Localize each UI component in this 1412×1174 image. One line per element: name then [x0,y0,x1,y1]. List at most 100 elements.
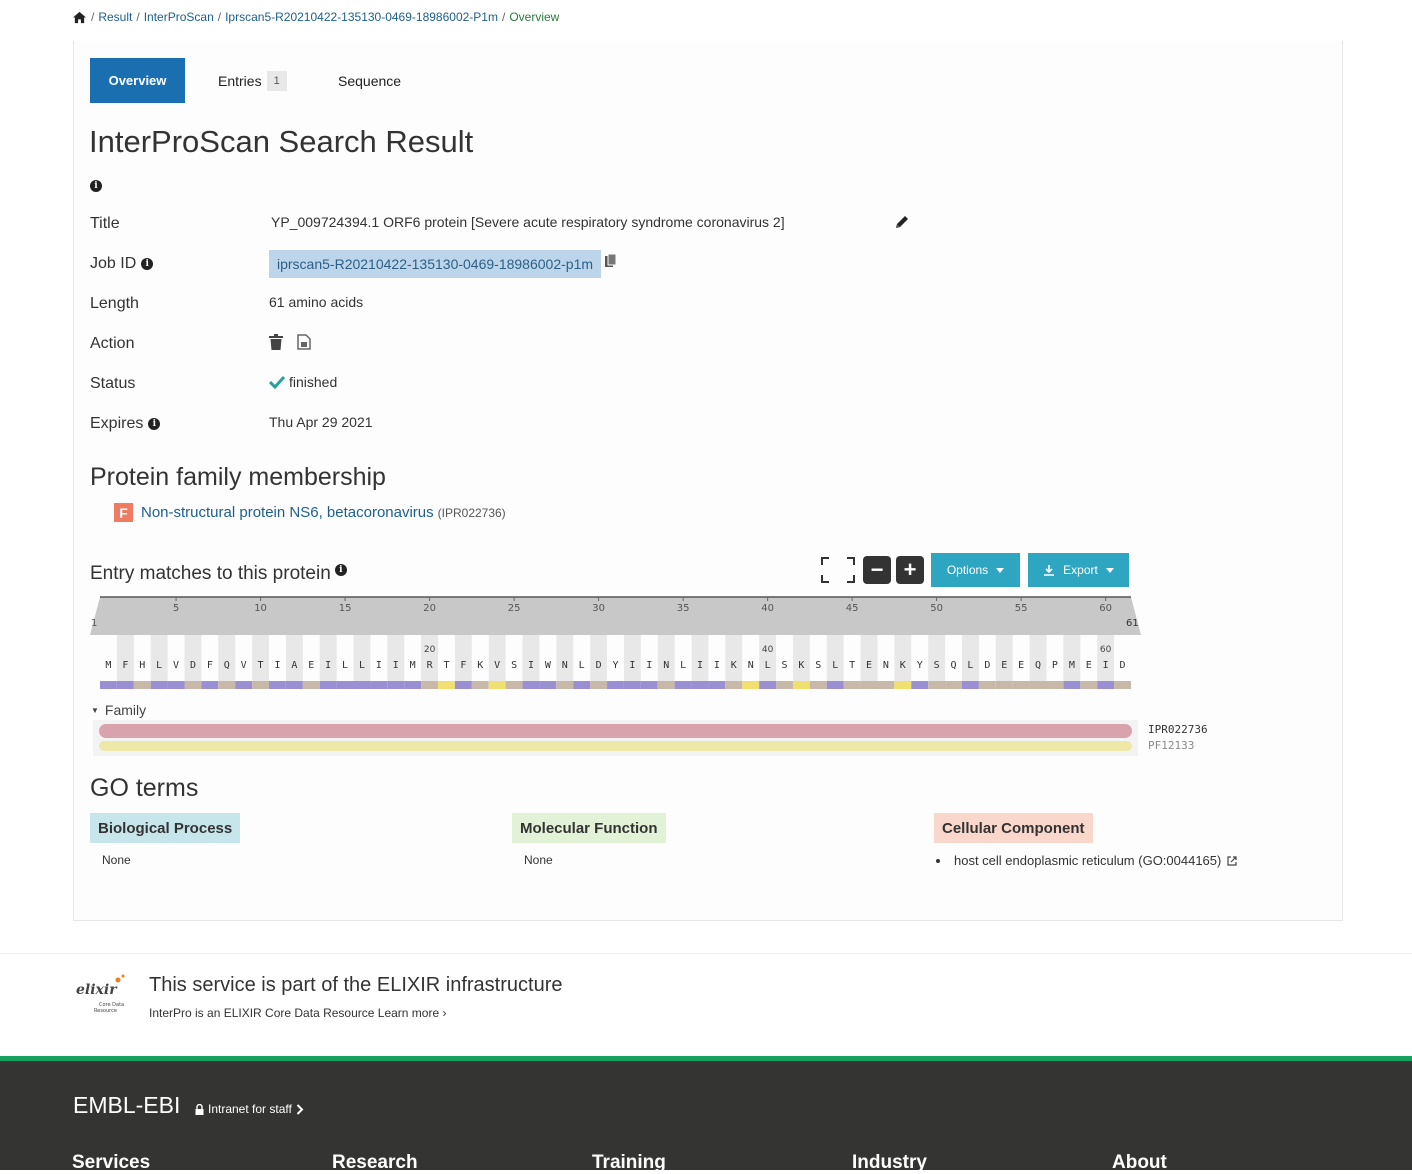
family-entry-link[interactable]: Non-structural protein NS6, betacoronavi… [141,504,434,521]
elixir-band [0,953,1412,1056]
matches-heading-row: Entry matches to this protein i [90,563,347,585]
family-track-label: Family [104,702,147,718]
export-button[interactable]: Export [1028,553,1129,587]
residue-letter: F [460,660,466,671]
residue-letter: L [680,660,686,671]
footer-col-about[interactable]: About [1112,1152,1167,1174]
residue-letter: I [646,660,652,671]
length-value[interactable]: 61 amino acids [269,294,363,310]
go-molecular-function-header: Molecular Function [512,813,666,843]
residue-letter: Y [612,660,618,671]
go-cc-link[interactable]: host cell endoplasmic reticulum (GO:0044… [954,853,1221,868]
footer-col-services[interactable]: Services [72,1152,150,1174]
residue-letter: T [258,660,264,671]
residue-color-cell [201,681,219,689]
ruler-tick-label: 35 [677,603,690,614]
ruler-tick-label: 40 [761,603,774,614]
family-track-toggle[interactable]: ▼ Family [91,702,146,718]
footer-col-training[interactable]: Training [592,1152,666,1174]
copy-icon[interactable] [604,253,618,269]
track-label-ipr022736[interactable]: IPR022736 [1148,723,1208,736]
residue-color-cell [809,681,827,689]
residue-color-cell [184,681,202,689]
residue-color-cell [404,681,422,689]
footer-intranet-link[interactable]: Intranet for staff [195,1102,304,1116]
info-icon[interactable]: i [90,180,102,192]
residue-letter: K [900,660,906,671]
info-icon[interactable]: i [141,258,154,270]
length-label-text: Length [90,295,139,312]
footer-brand[interactable]: EMBL-EBI [73,1092,180,1119]
elixir-logo[interactable]: elixir Core Data Resource [74,972,130,1016]
residue-letter: D [1120,660,1126,671]
track-bar-ipr022736[interactable] [99,724,1132,738]
residue-color-cell [454,681,472,689]
residue-color-cell [116,681,134,689]
residue-color-cell [387,681,405,689]
residue-color-cell [674,681,692,689]
residue-color-cell [235,681,253,689]
tab-entries[interactable]: Entries 1 [218,58,287,103]
residue-letter: K [477,660,483,671]
title-value: YP_009724394.1 ORF6 protein [Severe acut… [271,214,785,230]
edit-pencil-icon[interactable] [894,214,910,230]
footer-col-industry[interactable]: Industry [852,1152,927,1174]
residue-letter: F [122,660,128,671]
status-value: finished [289,374,338,390]
jobid-label-text: Job ID [90,255,137,272]
residue-color-cell [167,681,185,689]
breadcrumb-result[interactable]: Result [98,10,132,24]
track-bar-pf12133[interactable] [99,741,1132,751]
matches-heading: Entry matches to this protein [90,563,331,584]
status-row: finished [269,374,337,390]
protein-viewer[interactable]: 5 10 15 20 25 30 35 40 45 50 55 601 61M F H L V D F Q V T I A E I… [88,595,1148,695]
info-icon[interactable]: i [334,564,347,576]
residue-color-cell [1063,681,1081,689]
residue-color-cell [776,681,793,689]
home-icon[interactable] [72,11,87,24]
track-label-pf12133[interactable]: PF12133 [1148,739,1194,752]
expires-label: Expires i [90,415,161,433]
ruler-start-label: 1 [91,618,97,629]
footer-col-research[interactable]: Research [332,1152,418,1174]
action-label-text: Action [90,335,135,352]
info-icon[interactable]: i [148,418,161,430]
options-button[interactable]: Options [931,553,1020,587]
elixir-learn-more-link[interactable]: Learn more › [378,1006,447,1020]
breadcrumb: / Result / InterProScan / Iprscan5-R2021… [72,10,559,24]
residue-color-cell [1114,681,1131,689]
options-label: Options [946,563,989,577]
residue-letter: R [427,660,434,671]
residue-letter: S [782,660,788,671]
residue-letter: E [308,660,314,671]
family-entry: F Non-structural protein NS6, betacorona… [114,503,506,522]
jobid-value[interactable]: iprscan5-R20210422-135130-0469-18986002-… [269,250,602,278]
residue-color-cell [742,681,760,689]
residue-color-cell [252,681,270,689]
trash-icon[interactable] [269,334,283,350]
residue-color-cell [894,681,912,689]
residue-letter: Q [1035,660,1041,671]
residue-color-cell [623,681,641,689]
breadcrumb-job[interactable]: Iprscan5-R20210422-135130-0469-18986002-… [225,10,498,24]
residue-color-cell [1029,681,1047,689]
go-bp-value: None [102,853,131,867]
tab-sequence[interactable]: Sequence [338,58,401,103]
chevron-down-icon [996,567,1005,573]
family-heading: Protein family membership [90,463,386,491]
breadcrumb-interproscan[interactable]: InterProScan [144,10,214,24]
residue-color-cell [691,681,709,689]
ruler-tick-label: 15 [339,603,352,614]
external-link-icon[interactable] [1227,855,1237,866]
residue-letter: T [443,660,449,671]
zoom-in-button[interactable]: + [896,556,924,584]
residue-color-cell [1046,681,1064,689]
tab-overview[interactable]: Overview [90,58,185,103]
zoom-out-button[interactable]: − [863,556,891,584]
fullscreen-icon[interactable] [821,557,855,583]
residue-color-cell [488,681,506,689]
save-file-icon[interactable] [297,334,311,350]
residue-letter: N [562,660,568,671]
residue-letter: E [1001,660,1007,671]
residue-letter: L [579,660,585,671]
